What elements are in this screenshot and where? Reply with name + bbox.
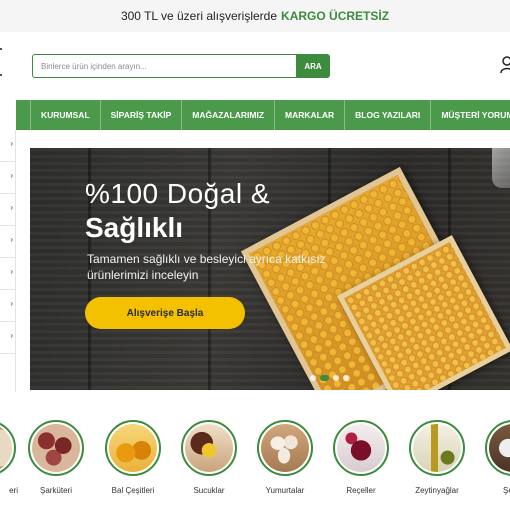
category-item[interactable]: Zeytinyağlar: [397, 420, 477, 495]
honey-image: [105, 420, 161, 476]
olive-oil-image: [409, 420, 465, 476]
nav-item-musteri-yorumlari[interactable]: MÜŞTERİ YORUMLARI: [430, 100, 510, 130]
nav-list: KURUMSAL SİPARİŞ TAKİP MAĞAZALARIMIZ MAR…: [30, 100, 510, 130]
user-icon[interactable]: [500, 56, 510, 74]
slider-dot[interactable]: [310, 375, 316, 381]
category-item[interactable]: Yumurtalar: [245, 420, 325, 495]
logo[interactable]: [0, 48, 4, 84]
category-label: Yumurtalar: [265, 486, 305, 495]
category-item[interactable]: Sucuklar: [169, 420, 249, 495]
jam-image: [333, 420, 389, 476]
sausage-image: [181, 420, 237, 476]
category-label: Bal Çeşitleri: [111, 486, 155, 495]
category-carousel: eri Şarküteri Bal Çeşitleri Sucuklar Yum…: [0, 420, 510, 510]
category-menu-item[interactable]: ›: [0, 290, 16, 322]
category-label: Şarküteri: [39, 486, 72, 495]
category-item[interactable]: Şeker: [473, 420, 510, 495]
nav-item-siparis-takip[interactable]: SİPARİŞ TAKİP: [99, 100, 182, 130]
search-button[interactable]: ARA: [296, 54, 330, 78]
promo-text: 300 TL ve üzeri alışverişlerde: [120, 9, 278, 23]
category-menu-item[interactable]: ›: [0, 162, 16, 194]
hero-banner[interactable]: %100 Doğal & Sağlıklı Tamamen sağlıklı v…: [30, 148, 510, 390]
promo-highlight: KARGO ÜCRETSİZ: [281, 9, 390, 23]
banner-title-bold: Sağlıklı: [85, 212, 184, 243]
chevron-right-icon: ›: [10, 267, 13, 276]
category-item[interactable]: Reçeller: [321, 420, 401, 495]
search-input[interactable]: [32, 54, 296, 78]
page: 300 TL ve üzeri alışverişlerde KARGO ÜCR…: [0, 0, 510, 510]
jar-image: [492, 148, 510, 188]
chevron-right-icon: ›: [10, 139, 13, 148]
category-menu-item[interactable]: ›: [0, 258, 16, 290]
slider-dots: [310, 375, 349, 381]
nav-item-kurumsal[interactable]: KURUMSAL: [30, 100, 100, 130]
banner-description: Tamamen sağlıklı ve besleyici ayrıca kat…: [87, 252, 326, 282]
category-label: Zeytinyağlar: [415, 486, 459, 495]
chevron-right-icon: ›: [10, 299, 13, 308]
slider-dot[interactable]: [343, 375, 349, 381]
category-item[interactable]: Bal Çeşitleri: [93, 420, 173, 495]
search-bar: ARA: [32, 54, 330, 78]
category-menu-item[interactable]: ›: [0, 130, 16, 162]
slider-dot-active[interactable]: [320, 375, 329, 381]
slider-dot[interactable]: [333, 375, 339, 381]
category-label: Reçeller: [346, 486, 376, 495]
main-nav: KURUMSAL SİPARİŞ TAKİP MAĞAZALARIMIZ MAR…: [0, 100, 510, 130]
category-item[interactable]: Şarküteri: [16, 420, 96, 495]
category-menu-item[interactable]: ›: [0, 322, 16, 354]
category-menu-toggle[interactable]: [0, 100, 16, 130]
charcuterie-image: [28, 420, 84, 476]
category-menu-item[interactable]: ›: [0, 194, 16, 226]
chevron-right-icon: ›: [10, 331, 13, 340]
nav-item-blog-yazilari[interactable]: BLOG YAZILARI: [344, 100, 430, 130]
sugar-image: [485, 420, 510, 476]
eggs-image: [257, 420, 313, 476]
banner-title: %100 Doğal &: [85, 178, 271, 209]
nav-item-markalar[interactable]: MARKALAR: [274, 100, 344, 130]
category-menu: › › › › › › ›: [0, 130, 16, 392]
chevron-right-icon: ›: [10, 171, 13, 180]
chevron-right-icon: ›: [10, 203, 13, 212]
shop-now-button[interactable]: Alışverişe Başla: [85, 297, 245, 329]
chevron-right-icon: ›: [10, 235, 13, 244]
category-menu-item[interactable]: ›: [0, 226, 16, 258]
category-label: Şeker: [503, 486, 510, 495]
category-label: Sucuklar: [193, 486, 225, 495]
promo-bar: 300 TL ve üzeri alışverişlerde KARGO ÜCR…: [0, 0, 510, 32]
nav-item-magazalarimiz[interactable]: MAĞAZALARIMIZ: [181, 100, 274, 130]
category-image: [0, 420, 16, 476]
